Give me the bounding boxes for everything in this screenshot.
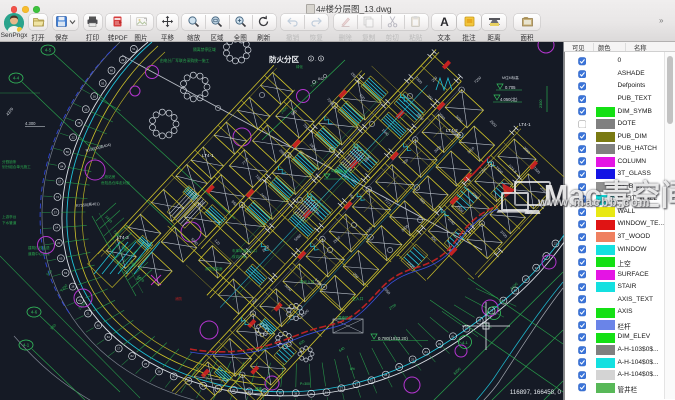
svg-text:划分组合单元施工: 划分组合单元施工 xyxy=(2,164,31,169)
svg-text:97: 97 xyxy=(465,327,469,331)
svg-text:16: 16 xyxy=(279,391,283,395)
svg-text:6%: 6% xyxy=(350,367,355,371)
svg-text:LT4-1: LT4-1 xyxy=(202,153,214,158)
svg-text:4-4: 4-4 xyxy=(13,76,20,81)
svg-text:9: 9 xyxy=(320,57,322,61)
svg-text:18: 18 xyxy=(71,285,75,289)
svg-text:防火分区: 防火分区 xyxy=(269,54,299,64)
svg-text:4-1: 4-1 xyxy=(462,340,469,345)
svg-text:4-1: 4-1 xyxy=(491,311,498,316)
svg-text:63: 63 xyxy=(64,271,68,275)
svg-text:21: 21 xyxy=(57,241,61,245)
svg-text:绿化: 绿化 xyxy=(296,64,304,69)
svg-text:81: 81 xyxy=(451,334,455,338)
svg-text:74: 74 xyxy=(56,195,60,199)
svg-text:84: 84 xyxy=(60,164,64,168)
svg-text:56: 56 xyxy=(66,150,70,154)
svg-text:2300: 2300 xyxy=(539,100,543,108)
svg-text:27: 27 xyxy=(340,386,344,390)
svg-text:65: 65 xyxy=(59,256,63,260)
svg-text:A: A xyxy=(440,15,449,28)
svg-text:83: 83 xyxy=(424,350,428,354)
svg-text:车库坡道出入口: 车库坡道出入口 xyxy=(232,248,258,253)
svg-text:91: 91 xyxy=(524,277,528,281)
svg-text:2: 2 xyxy=(310,57,312,61)
svg-text:分割锁条: 分割锁条 xyxy=(2,159,17,164)
svg-text:19: 19 xyxy=(84,107,88,111)
svg-text:51: 51 xyxy=(132,47,136,51)
svg-text:83: 83 xyxy=(514,289,518,293)
svg-text:消防: 消防 xyxy=(175,296,182,301)
svg-text:60: 60 xyxy=(110,69,114,73)
svg-text:隔离禁停区域: 隔离禁停区域 xyxy=(193,47,216,52)
svg-text:由电分厂军联合采购统一施工: 由电分厂军联合采购统一施工 xyxy=(160,58,210,63)
svg-text:4F: 4F xyxy=(136,276,141,281)
svg-text:LT4-2: LT4-2 xyxy=(446,128,458,133)
svg-text:坡道: 坡道 xyxy=(255,386,262,391)
svg-text:842: 842 xyxy=(318,77,324,81)
svg-text:消防登高面: 消防登高面 xyxy=(205,266,223,271)
svg-text:47: 47 xyxy=(355,382,359,386)
svg-text:29: 29 xyxy=(121,58,125,62)
svg-text:80: 80 xyxy=(97,323,101,327)
svg-text:4-6: 4-6 xyxy=(31,310,38,315)
svg-text:78: 78 xyxy=(77,121,81,125)
svg-text:单元入口: 单元入口 xyxy=(300,279,315,284)
svg-text:危险品仓库走对面: 危险品仓库走对面 xyxy=(101,180,130,185)
svg-text:49: 49 xyxy=(438,342,442,346)
svg-text:LT4-3: LT4-3 xyxy=(117,235,129,240)
svg-text:M住M标高: M住M标高 xyxy=(502,75,519,80)
svg-text:14: 14 xyxy=(55,226,59,230)
svg-text:0.705: 0.705 xyxy=(505,85,516,90)
svg-text:双向行驶: 双向行驶 xyxy=(232,254,247,259)
svg-text:28: 28 xyxy=(384,373,388,377)
svg-text:4-5: 4-5 xyxy=(45,48,52,53)
svg-text:25: 25 xyxy=(144,362,148,366)
svg-text:81: 81 xyxy=(325,390,329,394)
svg-text:15: 15 xyxy=(310,392,314,396)
svg-text:16: 16 xyxy=(93,94,97,98)
svg-text:38: 38 xyxy=(157,370,161,374)
svg-text:34: 34 xyxy=(535,266,539,270)
svg-text:40: 40 xyxy=(78,298,82,302)
svg-text:93: 93 xyxy=(101,81,105,85)
svg-text:116897, 166458, 0: 116897, 166458, 0 xyxy=(510,389,562,396)
svg-text:63: 63 xyxy=(370,378,374,382)
svg-text:4.300: 4.300 xyxy=(25,121,36,126)
svg-text:上游亭台: 上游亭台 xyxy=(2,214,17,219)
svg-text:25: 25 xyxy=(411,358,415,362)
svg-text:79: 79 xyxy=(398,365,402,369)
svg-text:17: 17 xyxy=(58,180,62,184)
svg-text:22: 22 xyxy=(71,135,75,139)
svg-text:下水管道: 下水管道 xyxy=(2,220,17,225)
svg-text:90: 90 xyxy=(172,375,176,379)
svg-text:64: 64 xyxy=(107,335,111,339)
svg-text:17: 17 xyxy=(117,347,121,351)
svg-text:22: 22 xyxy=(554,242,558,246)
svg-text:P=300: P=300 xyxy=(300,382,310,386)
svg-text:82: 82 xyxy=(130,354,134,358)
svg-text:21: 21 xyxy=(86,312,90,316)
svg-text:LT4-1: LT4-1 xyxy=(519,122,531,127)
svg-text:33: 33 xyxy=(478,319,482,323)
svg-text:4-1: 4-1 xyxy=(23,343,30,348)
svg-text:主入口: 主入口 xyxy=(352,296,364,301)
svg-text:37: 37 xyxy=(54,210,58,214)
svg-text:4.460: 4.460 xyxy=(331,168,343,173)
svg-text:38: 38 xyxy=(294,391,298,395)
svg-text:60: 60 xyxy=(263,390,267,394)
